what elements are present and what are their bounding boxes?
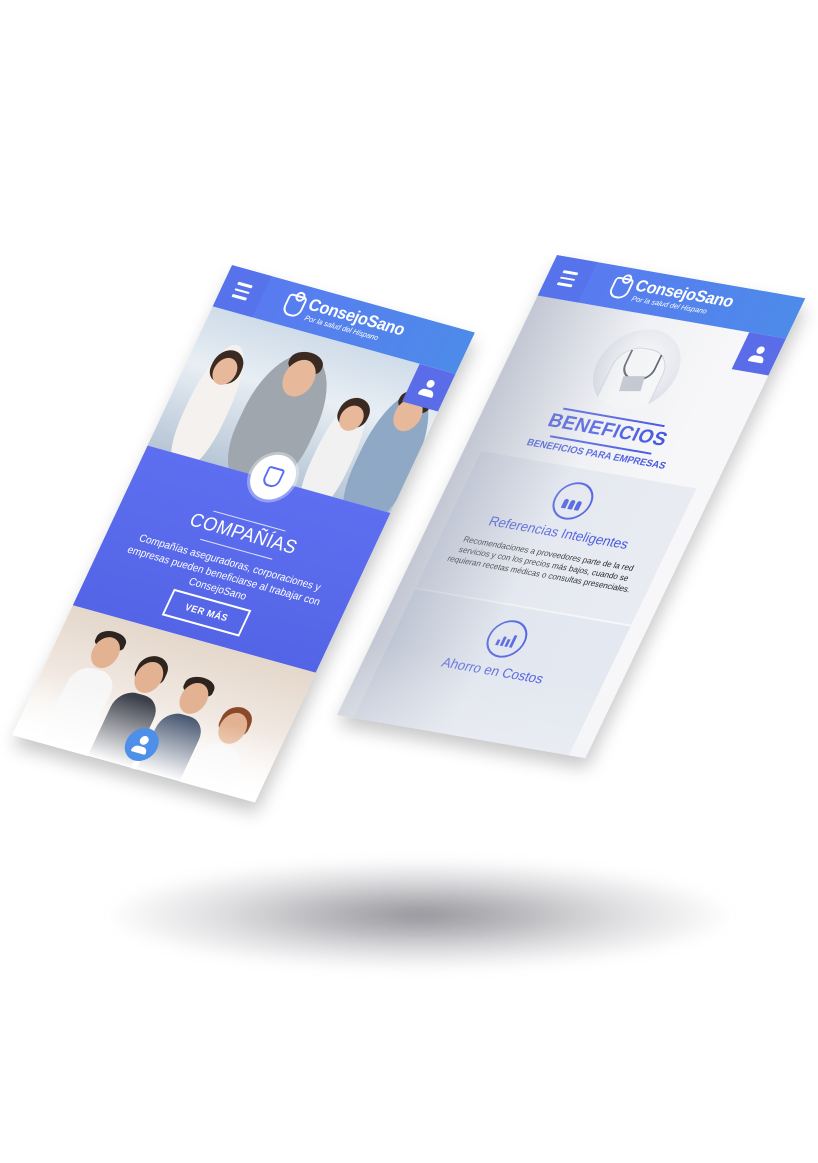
people-icon bbox=[545, 479, 601, 523]
user-icon bbox=[425, 379, 436, 389]
floor-shadow bbox=[110, 860, 730, 970]
user-icon bbox=[755, 345, 767, 355]
menu-icon bbox=[237, 281, 253, 289]
bar-chart-icon bbox=[479, 617, 535, 661]
doctor-avatar bbox=[578, 323, 696, 416]
stethoscope-logo-icon bbox=[280, 292, 309, 319]
menu-icon bbox=[562, 270, 579, 276]
doctor-icon bbox=[137, 734, 150, 746]
stethoscope-logo-icon bbox=[606, 276, 635, 300]
brand-logo[interactable]: ConsejoSano Por la salud del Hispano bbox=[604, 273, 756, 326]
top-bar: ConsejoSano Por la salud del Hispano bbox=[537, 255, 806, 339]
hamburger-menu-button[interactable] bbox=[537, 255, 598, 303]
user-account-button[interactable] bbox=[731, 332, 787, 376]
